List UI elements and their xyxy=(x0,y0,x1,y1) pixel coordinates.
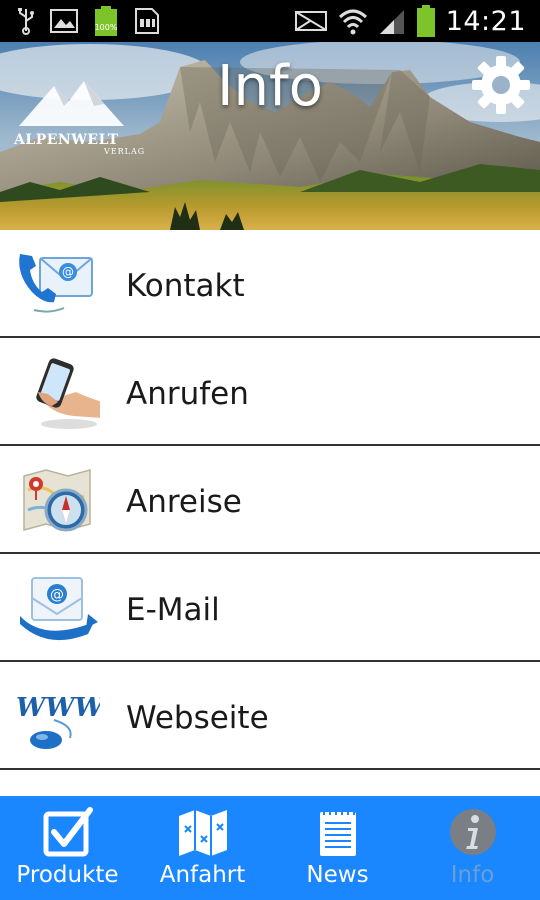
checkbox-icon xyxy=(43,807,93,857)
nav-label: Produkte xyxy=(16,862,119,888)
smartphone-hand-icon xyxy=(36,358,100,429)
notepad-icon xyxy=(320,810,356,856)
contact-phone-mail-icon: @ xyxy=(19,254,93,313)
sd-card-icon xyxy=(135,8,159,34)
usb-icon xyxy=(18,8,34,35)
nav-item-info[interactable]: Info xyxy=(405,796,540,900)
www-mouse-icon: WWW xyxy=(16,693,100,749)
list-item-webseite[interactable]: WWW Webseite xyxy=(0,662,540,770)
logo-subtext: VERLAG xyxy=(104,147,146,156)
nav-label: Info xyxy=(450,862,495,888)
svg-text:@: @ xyxy=(50,587,64,603)
info-icon xyxy=(450,809,496,855)
list-item-kontakt[interactable]: @ Kontakt xyxy=(0,230,540,338)
battery-full-icon: 100% xyxy=(92,6,120,36)
list-item-label: Webseite xyxy=(126,700,269,736)
nav-label: News xyxy=(306,862,369,888)
nav-item-produkte[interactable]: Produkte xyxy=(0,796,135,900)
nav-label: Anfahrt xyxy=(159,862,246,888)
logo-text: ALPENWELT xyxy=(14,132,119,148)
svg-text:WWW: WWW xyxy=(16,693,100,723)
list-item-label: Anreise xyxy=(126,484,242,520)
list-item-email[interactable]: @ E-Mail xyxy=(0,554,540,662)
nav-item-news[interactable]: News xyxy=(270,796,405,900)
list-item-label: Anrufen xyxy=(126,376,249,412)
svg-text:@: @ xyxy=(62,265,74,279)
map-icon xyxy=(179,810,227,856)
bottom-navigation: Produkte Anfahrt News Info xyxy=(0,796,540,900)
info-menu-list: @ Kontakt Anrufen Anreise @ E-Mail WWW W… xyxy=(0,230,540,770)
list-item-label: E-Mail xyxy=(126,592,220,628)
nav-item-anfahrt[interactable]: Anfahrt xyxy=(135,796,270,900)
clock: 14:21 xyxy=(445,5,526,37)
list-item-anreise[interactable]: Anreise xyxy=(0,446,540,554)
email-icon: @ xyxy=(20,577,98,641)
gear-icon[interactable] xyxy=(470,54,532,116)
no-signal-icon xyxy=(294,11,327,31)
list-item-anrufen[interactable]: Anrufen xyxy=(0,338,540,446)
page-title: Info xyxy=(217,54,323,119)
wifi-icon xyxy=(338,9,367,35)
cell-signal-icon xyxy=(379,10,404,34)
list-item-label: Kontakt xyxy=(126,268,245,304)
image-icon xyxy=(50,9,78,33)
header-banner: ALPENWELT VERLAG Info xyxy=(0,42,540,230)
battery-icon xyxy=(416,5,435,37)
map-compass-icon xyxy=(23,469,91,532)
battery-percent: 100% xyxy=(94,23,118,32)
status-bar: 100% 14:21 xyxy=(0,0,540,42)
